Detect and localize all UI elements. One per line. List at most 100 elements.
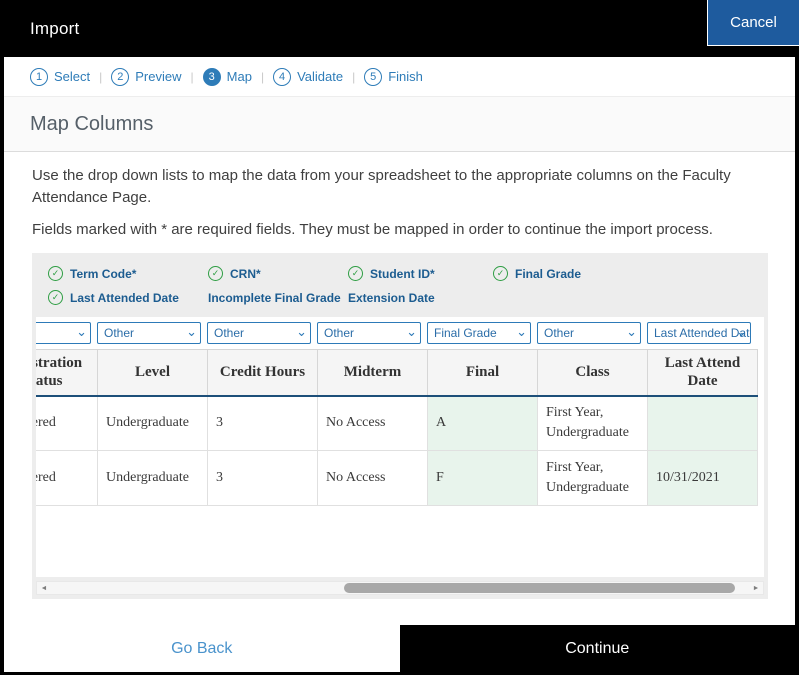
step-label: Map bbox=[226, 69, 252, 84]
column-header: Credit Hours bbox=[207, 349, 318, 397]
titlebar: Import Cancel bbox=[0, 0, 799, 57]
step-label: Select bbox=[54, 69, 91, 84]
dialog-title: Import bbox=[30, 18, 80, 38]
chevron-down-icon: ⌄ bbox=[76, 324, 87, 340]
table-row: Registered Undergraduate 3 No Access F F… bbox=[36, 450, 758, 507]
page-title: Map Columns bbox=[30, 112, 154, 135]
instruction-paragraph: Fields marked with * are required fields… bbox=[32, 221, 713, 239]
scrollbar-track[interactable] bbox=[51, 582, 749, 594]
cancel-button[interactable]: Cancel bbox=[707, 0, 799, 46]
mapping-status-extension-date: Extension Date bbox=[348, 290, 493, 305]
import-panel: ✓ Term Code* ✓ CRN* ✓ Student ID* ✓ Fina… bbox=[32, 253, 768, 600]
mapping-status-final-grade: ✓ Final Grade bbox=[493, 266, 758, 282]
mapping-status-incomplete-final-grade: Incomplete Final Grade bbox=[208, 290, 348, 305]
column-header: Final bbox=[427, 349, 538, 397]
chevron-down-icon: ⌄ bbox=[626, 324, 637, 340]
check-icon: ✓ bbox=[48, 266, 63, 282]
chevron-down-icon: ⌄ bbox=[406, 324, 417, 340]
table-cell bbox=[647, 395, 758, 452]
table-cell: Registered bbox=[36, 395, 98, 452]
import-dialog: Import Cancel 1 Select | 2 Preview | 3 M… bbox=[0, 0, 799, 675]
dropdown-value: Other bbox=[544, 326, 575, 341]
mapping-status-label: Incomplete Final Grade bbox=[208, 290, 341, 305]
step-number: 4 bbox=[273, 67, 292, 86]
table-cell: 10/31/2021 bbox=[647, 450, 758, 507]
step-map[interactable]: 3 Map bbox=[202, 67, 252, 86]
column-header: Midterm bbox=[317, 349, 428, 397]
column-map-dropdown-2[interactable]: Other ⌄ bbox=[97, 322, 201, 345]
continue-button[interactable]: Continue bbox=[399, 625, 795, 672]
go-back-button[interactable]: Go Back bbox=[4, 625, 400, 672]
step-divider: | bbox=[190, 69, 194, 84]
mapping-status-label: Extension Date bbox=[348, 290, 435, 305]
horizontal-scrollbar[interactable]: ◄ ► bbox=[36, 581, 764, 596]
scroll-right-icon[interactable]: ► bbox=[749, 582, 763, 594]
mapping-status-label: Final Grade bbox=[515, 266, 582, 281]
mapping-status-term-code: ✓ Term Code* bbox=[48, 266, 208, 282]
table-row: Registered Undergraduate 3 No Access A F… bbox=[36, 395, 758, 452]
column-map-dropdown-7[interactable]: Last Attended Date ⌄ bbox=[647, 322, 751, 345]
mapping-status-student-id: ✓ Student ID* bbox=[348, 266, 493, 282]
column-map-dropdown-1[interactable]: ⌄ bbox=[36, 322, 91, 345]
step-select[interactable]: 1 Select bbox=[30, 67, 91, 86]
column-map-dropdown-6[interactable]: Other ⌄ bbox=[537, 322, 641, 345]
table-cell: First Year, Undergraduate bbox=[537, 395, 648, 452]
scroll-left-icon[interactable]: ◄ bbox=[37, 582, 51, 594]
column-map-dropdown-3[interactable]: Other ⌄ bbox=[207, 322, 311, 345]
column-header: Last Attend Date bbox=[647, 349, 758, 397]
column-header: Level bbox=[97, 349, 208, 397]
step-divider: | bbox=[260, 69, 265, 84]
dialog-body: 1 Select | 2 Preview | 3 Map | 4 Validat… bbox=[4, 57, 795, 672]
dropdown-value: Other bbox=[214, 326, 245, 341]
chevron-down-icon: ⌄ bbox=[296, 324, 307, 340]
page-title-bar: Map Columns bbox=[4, 97, 795, 152]
chevron-down-icon: ⌄ bbox=[186, 324, 197, 340]
step-label: Finish bbox=[388, 69, 423, 84]
preview-table: Registration Status Level Credit Hours M… bbox=[36, 349, 758, 507]
step-number: 3 bbox=[202, 67, 221, 86]
scrolled-content: ⌄ Other ⌄ Other ⌄ Other ⌄ Final Grade ⌄ … bbox=[36, 317, 758, 507]
check-icon: ✓ bbox=[48, 290, 63, 306]
mapping-status-label: Last Attended Date bbox=[70, 290, 179, 305]
step-divider: | bbox=[99, 69, 103, 84]
dropdown-value: Other bbox=[104, 326, 135, 341]
mapping-status: ✓ Term Code* ✓ CRN* ✓ Student ID* ✓ Fina… bbox=[32, 253, 768, 317]
mapping-status-last-attended-date: ✓ Last Attended Date bbox=[48, 290, 208, 306]
dropdown-value: Final Grade bbox=[434, 326, 497, 341]
column-header: Registration Status bbox=[36, 349, 98, 397]
column-header: Class bbox=[537, 349, 648, 397]
table-cell: A bbox=[427, 395, 538, 452]
column-map-dropdown-4[interactable]: Other ⌄ bbox=[317, 322, 421, 345]
step-validate[interactable]: 4 Validate bbox=[273, 67, 344, 86]
dropdown-value: Other bbox=[324, 326, 355, 341]
table-cell: Registered bbox=[36, 450, 98, 507]
wizard-steps: 1 Select | 2 Preview | 3 Map | 4 Validat… bbox=[4, 57, 795, 97]
step-label: Validate bbox=[297, 69, 344, 84]
step-finish[interactable]: 5 Finish bbox=[364, 67, 423, 86]
instruction-paragraph: Use the drop down lists to map the data … bbox=[32, 167, 731, 207]
step-number: 1 bbox=[30, 67, 48, 86]
check-icon: ✓ bbox=[493, 266, 508, 282]
check-icon: ✓ bbox=[208, 266, 223, 282]
table-cell: 3 bbox=[207, 395, 318, 452]
chevron-down-icon: ⌄ bbox=[736, 324, 747, 340]
dialog-footer: Go Back Continue bbox=[4, 625, 795, 672]
table-cell: Undergraduate bbox=[97, 450, 208, 507]
table-cell: 3 bbox=[207, 450, 318, 507]
table-header-row: Registration Status Level Credit Hours M… bbox=[36, 349, 758, 397]
table-cell: F bbox=[427, 450, 538, 507]
step-number: 2 bbox=[111, 67, 130, 86]
step-divider: | bbox=[352, 69, 356, 84]
chevron-down-icon: ⌄ bbox=[516, 324, 527, 340]
column-map-dropdown-5[interactable]: Final Grade ⌄ bbox=[427, 322, 531, 345]
step-label: Preview bbox=[135, 69, 182, 84]
step-preview[interactable]: 2 Preview bbox=[111, 67, 182, 86]
step-number: 5 bbox=[364, 67, 383, 86]
scrollbar-thumb[interactable] bbox=[344, 583, 736, 594]
check-icon: ✓ bbox=[348, 266, 363, 282]
mapping-status-label: CRN* bbox=[230, 266, 261, 281]
table-cell: No Access bbox=[317, 450, 428, 507]
table-cell: No Access bbox=[317, 395, 428, 452]
table-cell: First Year, Undergraduate bbox=[537, 450, 648, 507]
column-map-row: ⌄ Other ⌄ Other ⌄ Other ⌄ Final Grade ⌄ … bbox=[36, 317, 757, 349]
